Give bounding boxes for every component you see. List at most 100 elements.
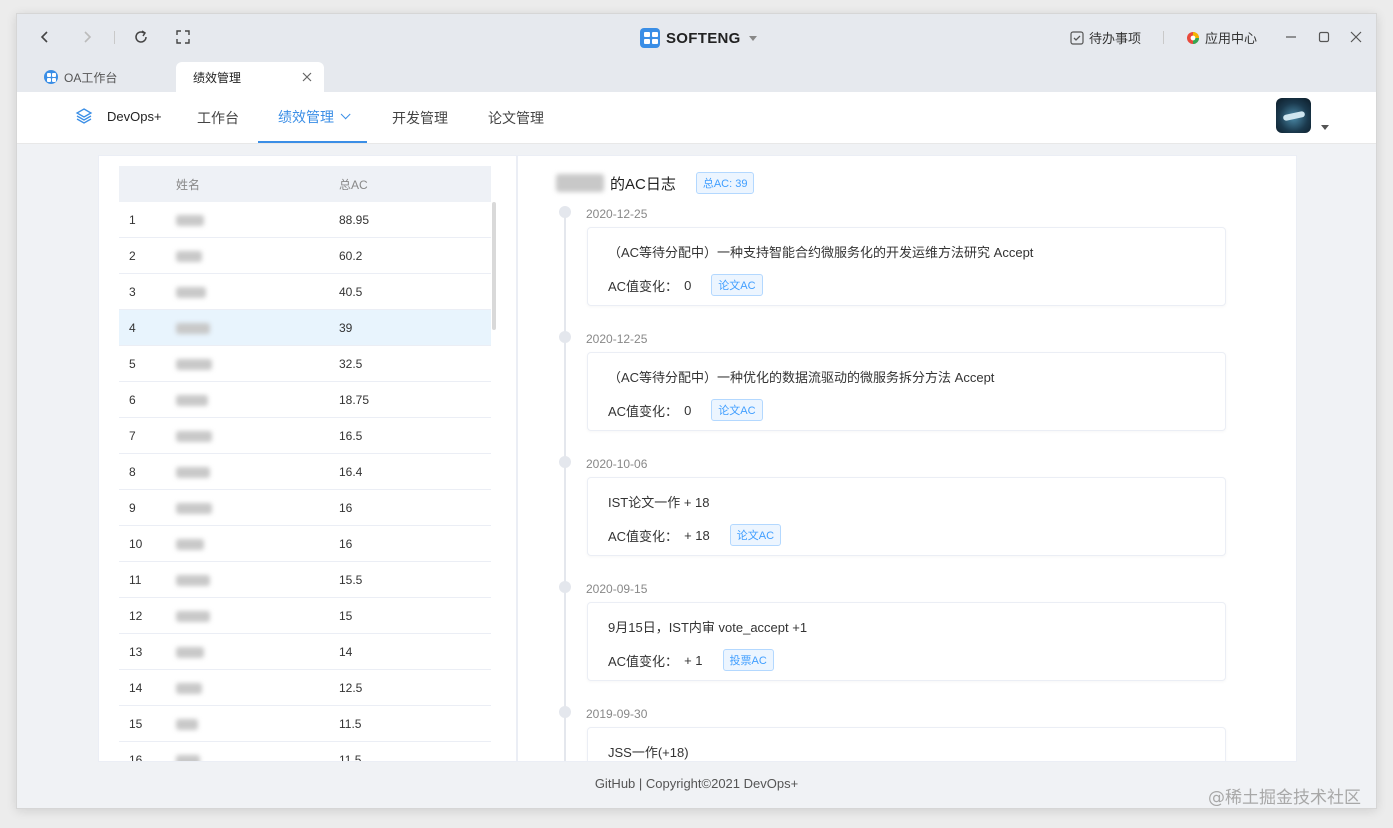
name-redacted (176, 322, 210, 334)
table-row[interactable]: 12 15 (119, 598, 491, 634)
log-entry-card: （AC等待分配中）一种优化的数据流驱动的微服务拆分方法 Accept AC值变化：… (587, 352, 1226, 431)
tab-performance[interactable]: 绩效管理 (176, 62, 324, 92)
scrollbar[interactable] (492, 202, 496, 330)
forward-button[interactable] (76, 26, 98, 48)
table-row[interactable]: 8 16.4 (119, 454, 491, 490)
row-name (176, 501, 339, 515)
name-column-header[interactable]: 姓名 (176, 176, 339, 193)
change-value: + 1 (684, 652, 703, 668)
row-ac: 11.5 (339, 752, 362, 762)
timeline-dot (559, 581, 571, 593)
row-index: 14 (129, 680, 143, 695)
entry-tag: 论文AC (711, 274, 763, 296)
table-row[interactable]: 13 14 (119, 634, 491, 670)
nav-item-papers[interactable]: 论文管理 (488, 92, 544, 143)
tab-oa-workbench[interactable]: OA工作台 (44, 62, 194, 92)
row-ac: 14 (339, 644, 353, 659)
name-redacted (176, 466, 210, 478)
table-row[interactable]: 7 16.5 (119, 418, 491, 454)
divider (1163, 31, 1164, 44)
nav-item-workbench[interactable]: 工作台 (197, 92, 239, 143)
avatar[interactable] (1276, 98, 1311, 133)
entry-change: AC值变化： + 1 投票AC (608, 649, 774, 671)
expand-icon (176, 30, 190, 44)
row-name (176, 537, 339, 551)
timeline-line (564, 212, 566, 761)
entry-change: AC值变化： + 18 论文AC (608, 524, 782, 546)
nav-label: 论文管理 (488, 109, 544, 126)
row-ac: 40.5 (339, 284, 363, 299)
row-ac: 39 (339, 320, 353, 335)
table-row[interactable]: 5 32.5 (119, 346, 491, 382)
row-name (176, 321, 339, 335)
entry-tag: 论文AC (711, 399, 763, 421)
table-header: 姓名 总AC (119, 166, 491, 202)
name-redacted (176, 754, 200, 761)
entry-date: 2020-10-06 (586, 457, 648, 471)
row-ac: 16 (339, 536, 353, 551)
nav-item-dev[interactable]: 开发管理 (392, 92, 448, 143)
name-redacted (176, 430, 212, 442)
entry-text: （AC等待分配中）一种支持智能合约微服务化的开发运维方法研究 Accept (608, 245, 1034, 260)
caret-down-icon[interactable] (1321, 125, 1329, 130)
table-row[interactable]: 14 12.5 (119, 670, 491, 706)
table-row[interactable]: 10 16 (119, 526, 491, 562)
table-row[interactable]: 2 60.2 (119, 238, 491, 274)
table-row[interactable]: 9 16 (119, 490, 491, 526)
table-row[interactable]: 15 11.5 (119, 706, 491, 742)
name-redacted (176, 502, 212, 514)
entry-text: （AC等待分配中）一种优化的数据流驱动的微服务拆分方法 Accept (608, 370, 995, 385)
app-center-icon (1187, 31, 1199, 44)
timeline-dot (559, 206, 571, 218)
table-row[interactable]: 11 15.5 (119, 562, 491, 598)
row-name (176, 285, 339, 299)
ac-column-header[interactable]: 总AC (339, 176, 491, 193)
row-index: 11 (129, 572, 142, 587)
tab-close-button[interactable] (302, 71, 312, 85)
table-row[interactable]: 6 18.75 (119, 382, 491, 418)
row-ac: 16.5 (339, 428, 363, 443)
row-name (176, 213, 339, 227)
entry-tag: 论文AC (729, 524, 782, 546)
table-row[interactable]: 16 11.5 (119, 742, 491, 762)
timeline-dot (559, 331, 571, 343)
back-button[interactable] (34, 26, 56, 48)
change-value: 0 (684, 277, 692, 293)
nav-label: 开发管理 (392, 109, 448, 126)
minimize-button[interactable] (1282, 28, 1300, 46)
change-value: + 18 (684, 527, 710, 543)
name-redacted (176, 538, 204, 550)
table-row[interactable]: 3 40.5 (119, 274, 491, 310)
entry-change: AC值变化： 0 论文AC (608, 399, 763, 421)
fullscreen-button[interactable] (172, 26, 194, 48)
table-body: 1 88.95 2 60.2 3 40.5 4 39 5 32.5 6 18.75 7 16.5 8 16.4… (119, 202, 491, 762)
row-index: 2 (129, 248, 136, 263)
row-ac: 12.5 (339, 680, 363, 695)
row-name (176, 609, 339, 623)
row-name (176, 249, 339, 263)
app-center-button[interactable]: 应用中心 (1186, 28, 1257, 47)
log-entry-card: JSS一作(+18) (587, 727, 1226, 761)
row-index: 9 (129, 500, 136, 515)
entry-date: 2020-12-25 (586, 207, 648, 221)
app-switcher[interactable]: SOFTENG (640, 26, 757, 50)
nav-item-performance[interactable]: 绩效管理 (258, 92, 367, 143)
table-row[interactable]: 4 39 (119, 310, 491, 346)
table-row[interactable]: 1 88.95 (119, 202, 491, 238)
todo-button[interactable]: 待办事项 (1070, 28, 1141, 47)
chevron-left-icon (40, 31, 48, 43)
maximize-button[interactable] (1315, 28, 1333, 46)
total-ac-badge: 总AC: 39 (695, 172, 755, 194)
row-index: 4 (129, 320, 136, 335)
row-name (176, 573, 339, 587)
change-label: AC值变化： (608, 528, 679, 544)
change-label: AC值变化： (608, 653, 679, 669)
row-index: 10 (129, 536, 143, 551)
close-window-button[interactable] (1347, 28, 1365, 46)
nav-brand[interactable]: DevOps+ (75, 107, 162, 125)
row-index: 13 (129, 644, 143, 659)
row-index: 15 (129, 716, 143, 731)
main-nav: DevOps+ 工作台 绩效管理 开发管理 论文管理 (17, 92, 1376, 144)
row-index: 3 (129, 284, 136, 299)
reload-button[interactable] (130, 26, 152, 48)
